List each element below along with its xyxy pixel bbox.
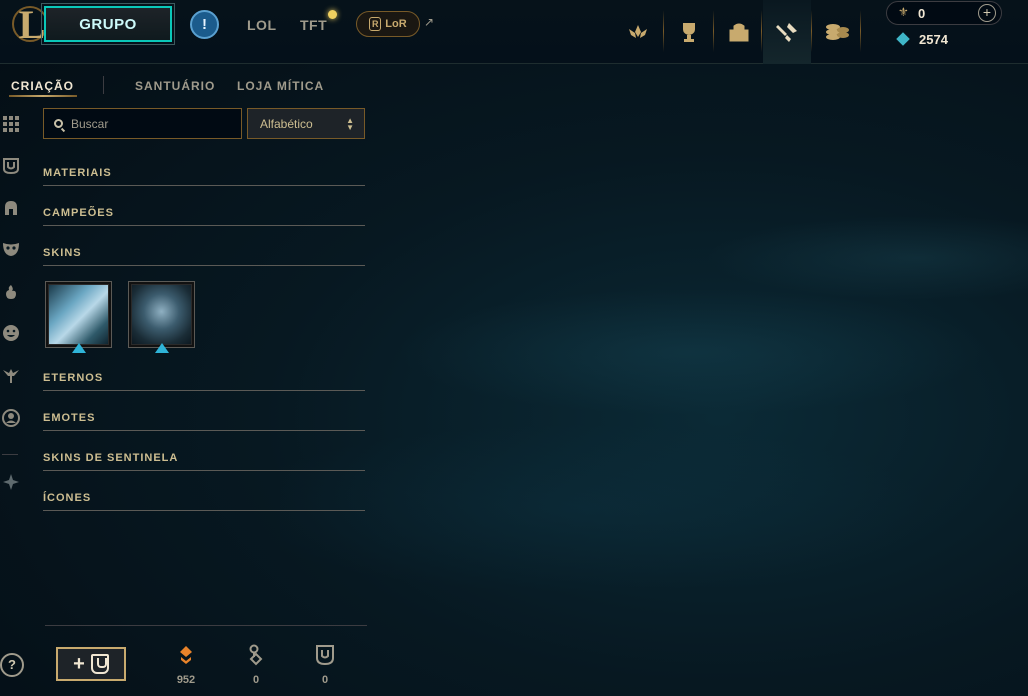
category-label: ÍCONES	[43, 492, 92, 504]
category-divider	[43, 510, 365, 511]
tab-loja-mitica[interactable]: LOJA MÍTICA	[237, 79, 324, 93]
category-label: SKINS DE SENTINELA	[43, 452, 179, 464]
tab-lol[interactable]: LOL	[247, 17, 277, 33]
help-button[interactable]: ?	[0, 653, 24, 677]
tab-santuario[interactable]: SANTUÁRIO	[135, 79, 215, 93]
category-label: MATERIAIS	[43, 167, 112, 179]
sort-value: Alfabético	[260, 116, 313, 131]
store-icon[interactable]	[813, 0, 861, 64]
loot-icon[interactable]	[763, 0, 811, 64]
skin-art	[131, 284, 192, 345]
chest-icon	[305, 642, 345, 668]
tab-tft[interactable]: TFT	[300, 17, 327, 33]
ward-icon[interactable]	[0, 365, 22, 387]
tab-criacao[interactable]: CRIAÇÃO	[11, 79, 74, 93]
key-icon	[236, 642, 276, 668]
category-label: EMOTES	[43, 412, 96, 424]
riot-points-value: 0	[918, 6, 926, 21]
active-tab-indicator	[9, 95, 77, 97]
orange-essence-icon	[166, 642, 206, 668]
top-navigation-bar: L GRUPO ! LOL TFT R LoR ↗ ⚜ 0 + 2574	[0, 0, 1028, 64]
hextech-keys: 0	[236, 642, 276, 686]
lor-label: LoR	[385, 18, 407, 30]
subtab-divider	[103, 76, 104, 94]
chevron-updown-icon: ▲ ▼	[346, 115, 354, 132]
add-chest-button[interactable]: +	[56, 647, 126, 681]
emote-icon[interactable]	[0, 322, 22, 344]
category-emotes[interactable]: EMOTES	[43, 391, 365, 431]
chest-icon[interactable]	[0, 155, 22, 177]
alert-icon[interactable]: !	[190, 10, 219, 39]
category-icones[interactable]: ÍCONES	[43, 471, 365, 511]
nav-divider	[860, 10, 861, 52]
category-label: CAMPEÕES	[43, 207, 114, 219]
grid-icon[interactable]	[0, 113, 22, 135]
trophy-icon[interactable]	[665, 0, 713, 64]
skin-shard-tile[interactable]	[45, 281, 112, 353]
nav-divider	[663, 10, 664, 52]
keys-value: 0	[252, 674, 260, 686]
flame-icon[interactable]	[0, 281, 22, 303]
background-art	[280, 70, 1028, 696]
blue-essence-icon	[896, 32, 910, 46]
crest-icon[interactable]	[0, 471, 22, 493]
chests-value: 0	[321, 674, 329, 686]
category-eternos[interactable]: ETERNOS	[43, 351, 365, 391]
riot-points-icon: ⚜	[898, 5, 909, 19]
skin-shard-tile[interactable]	[128, 281, 195, 353]
external-link-icon: ↗	[424, 15, 435, 29]
hextech-chests: 0	[305, 642, 345, 686]
lotus-icon[interactable]	[614, 0, 662, 64]
collection-icon[interactable]	[715, 0, 763, 64]
category-skins[interactable]: SKINS	[43, 226, 365, 266]
helmet-icon[interactable]	[0, 197, 22, 219]
chest-icon	[90, 654, 109, 674]
blue-essence-value: 2574	[919, 32, 948, 47]
search-icon	[54, 119, 63, 128]
lor-badge-icon: R	[369, 17, 382, 31]
nav-divider	[811, 10, 812, 52]
lor-button[interactable]: R LoR	[356, 11, 420, 37]
search-input[interactable]	[71, 116, 221, 131]
profile-icon[interactable]	[0, 407, 22, 429]
nav-divider	[713, 10, 714, 52]
category-divider	[43, 265, 365, 266]
category-label: SKINS	[43, 247, 82, 259]
rail-divider	[2, 454, 18, 455]
mask-icon[interactable]	[0, 238, 22, 260]
tft-notification-dot	[328, 10, 337, 19]
buy-rp-button[interactable]: +	[978, 4, 996, 22]
search-field[interactable]	[43, 108, 242, 139]
category-campeoes[interactable]: CAMPEÕES	[43, 186, 365, 226]
orange-essence: 952	[166, 642, 206, 686]
orange-essence-value: 952	[176, 674, 196, 686]
category-materiais[interactable]: MATERIAIS	[43, 146, 365, 186]
sort-dropdown[interactable]: Alfabético ▲ ▼	[247, 108, 365, 139]
plus-icon: +	[73, 652, 85, 675]
skin-art	[48, 284, 109, 345]
play-button[interactable]: GRUPO	[41, 3, 175, 45]
category-label: ETERNOS	[43, 372, 104, 384]
category-skins-de-sentinela[interactable]: SKINS DE SENTINELA	[43, 431, 365, 471]
bottom-divider	[45, 625, 367, 626]
nav-divider	[761, 10, 762, 52]
